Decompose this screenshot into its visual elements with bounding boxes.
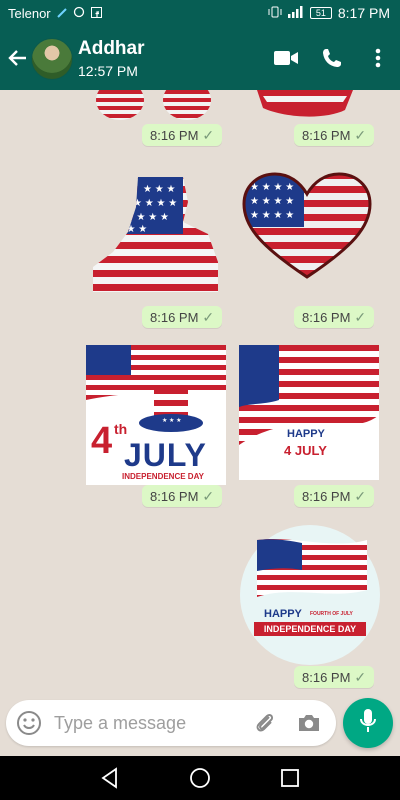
message-input[interactable]: Type a message <box>54 713 186 734</box>
july-small-label: 4 JULY <box>284 443 327 458</box>
sticker-happy-independence-day[interactable]: HAPPY FOURTH OF JULY INDEPENDENCE DAY <box>240 525 380 665</box>
emoji-icon[interactable] <box>16 710 42 736</box>
message-meta: 8:16 PM ✓ <box>294 306 375 328</box>
svg-text:★ ★ ★: ★ ★ ★ <box>162 417 181 424</box>
happy-badge-label: HAPPY <box>264 608 302 620</box>
svg-text:★ ★ ★ ★: ★ ★ ★ ★ <box>250 196 294 207</box>
signal-icon <box>56 6 67 21</box>
message-meta: 8:16 PM ✓ <box>142 124 223 146</box>
july-word: JULY <box>124 437 207 473</box>
carrier-label: Telenor <box>8 6 51 21</box>
sticker-heart-flag[interactable]: ★ ★ ★ ★ ★ ★ ★ ★ ★ ★ ★ ★ <box>242 172 372 287</box>
contact-name[interactable]: Addhar <box>78 38 145 60</box>
sticker-4th-july[interactable]: ★ ★ ★ 4 th JULY INDEPENDENCE DAY <box>86 345 226 485</box>
svg-text:★ ★ ★ ★: ★ ★ ★ ★ <box>133 198 177 209</box>
fourth-of-july-label: FOURTH OF JULY <box>310 611 353 617</box>
sticker-flag-hearts-partial[interactable] <box>95 90 215 125</box>
svg-text:★ ★ ★ ★ ★: ★ ★ ★ ★ ★ <box>113 212 169 223</box>
voice-call-icon[interactable] <box>318 44 346 72</box>
system-nav-bar <box>0 756 400 800</box>
sent-check-icon: ✓ <box>354 126 367 143</box>
message-time: 8:16 PM <box>150 127 199 143</box>
battery-level: 51 <box>315 8 326 18</box>
message-time: 8:16 PM <box>302 309 351 325</box>
status-bar: Telenor 51 8:17 PM <box>0 0 400 28</box>
video-call-icon[interactable] <box>272 44 300 72</box>
sent-check-icon: ✓ <box>354 668 367 685</box>
message-time: 8:16 PM <box>150 488 199 504</box>
contact-avatar[interactable] <box>31 38 73 80</box>
message-time: 8:16 PM <box>150 309 199 325</box>
cell-signal-icon <box>287 5 304 21</box>
july-suffix: th <box>114 421 128 437</box>
message-composer: Type a message <box>6 700 336 746</box>
message-meta: 8:16 PM ✓ <box>142 485 223 507</box>
july-number: 4 <box>91 420 113 462</box>
recents-square-icon[interactable] <box>278 766 302 790</box>
sent-check-icon: ✓ <box>202 308 215 325</box>
sent-check-icon: ✓ <box>202 487 215 504</box>
message-meta: 8:16 PM ✓ <box>294 666 375 688</box>
microphone-icon <box>358 708 378 739</box>
independence-day-label: INDEPENDENCE DAY <box>122 472 204 481</box>
message-meta: 8:16 PM ✓ <box>294 124 375 146</box>
back-triangle-icon[interactable] <box>98 766 122 790</box>
svg-text:★ ★ ★ ★: ★ ★ ★ ★ <box>250 210 294 221</box>
more-options-icon[interactable] <box>364 44 392 72</box>
sent-check-icon: ✓ <box>354 487 367 504</box>
happy-label: HAPPY <box>287 428 325 440</box>
message-time: 8:16 PM <box>302 488 351 504</box>
attach-icon[interactable] <box>252 710 278 736</box>
whatsapp-notification-icon <box>73 6 85 21</box>
clock: 8:17 PM <box>337 5 390 21</box>
battery-icon: 51 <box>309 7 332 19</box>
back-arrow-icon[interactable] <box>6 46 30 70</box>
sent-check-icon: ✓ <box>354 308 367 325</box>
last-seen: 12:57 PM <box>78 63 138 79</box>
sticker-flag-partial[interactable] <box>255 90 355 123</box>
sent-check-icon: ✓ <box>202 126 215 143</box>
facebook-icon <box>90 6 102 21</box>
svg-text:★ ★ ★: ★ ★ ★ <box>143 184 175 195</box>
message-time: 8:16 PM <box>302 127 351 143</box>
message-time: 8:16 PM <box>302 669 351 685</box>
chat-area: 8:16 PM ✓ 8:16 PM ✓ ★ ★ ★ ★ ★ ★ ★ ★ ★ ★ … <box>0 90 400 700</box>
mic-button[interactable] <box>343 698 393 748</box>
message-meta: 8:16 PM ✓ <box>294 485 375 507</box>
independence-day-ribbon: INDEPENDENCE DAY <box>254 622 366 636</box>
camera-icon[interactable] <box>296 710 322 736</box>
svg-text:★ ★ ★ ★: ★ ★ ★ ★ <box>103 224 147 235</box>
home-circle-icon[interactable] <box>188 766 212 790</box>
svg-text:★ ★ ★ ★: ★ ★ ★ ★ <box>250 182 294 193</box>
sticker-salute-flag[interactable]: ★ ★ ★ ★ ★ ★ ★ ★ ★ ★ ★ ★ ★ ★ ★ ★ <box>88 172 223 302</box>
message-meta: 8:16 PM ✓ <box>142 306 223 328</box>
sticker-happy-4-july[interactable]: HAPPY 4 JULY <box>239 345 379 480</box>
chat-header: Addhar 12:57 PM <box>0 28 400 90</box>
vibrate-icon <box>268 5 282 21</box>
